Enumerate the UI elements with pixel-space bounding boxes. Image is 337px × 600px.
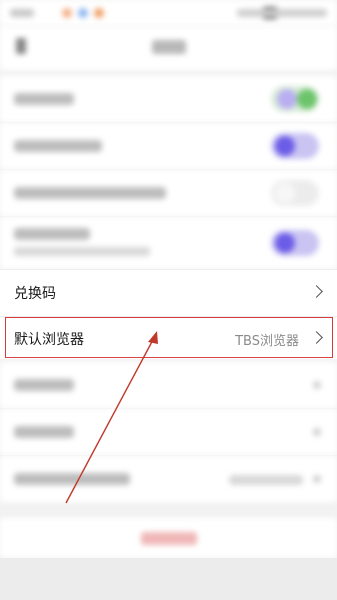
- status-time: [10, 9, 34, 17]
- setting-row-9[interactable]: [0, 456, 337, 502]
- setting-label: [14, 426, 74, 438]
- setting-row-4[interactable]: [0, 217, 337, 269]
- setting-toggle-3[interactable]: [271, 180, 319, 206]
- setting-row-1[interactable]: [0, 76, 337, 122]
- setting-label: [14, 93, 74, 105]
- chevron-right-icon: [310, 285, 323, 298]
- page-title: [152, 40, 186, 54]
- setting-row-7[interactable]: [0, 362, 337, 408]
- setting-toggle-2[interactable]: [271, 133, 319, 159]
- chevron-right-icon: [313, 381, 321, 389]
- status-bar: [0, 0, 337, 26]
- setting-row-2[interactable]: [0, 123, 337, 169]
- nav-bar: [0, 26, 337, 70]
- chevron-right-icon: [313, 428, 321, 436]
- bottom-spacer: [0, 558, 337, 600]
- setting-label: [14, 140, 102, 152]
- chevron-right-icon: [313, 475, 321, 483]
- setting-row-8[interactable]: [0, 409, 337, 455]
- redeem-code-row[interactable]: 兑换码: [0, 270, 337, 316]
- redeem-code-label: 兑换码: [14, 286, 56, 302]
- highlight-box: [5, 317, 333, 358]
- setting-toggle-4[interactable]: [271, 230, 319, 256]
- setting-value: [229, 475, 303, 485]
- back-icon[interactable]: [16, 38, 26, 54]
- setting-label: [14, 187, 166, 199]
- logout-button[interactable]: [141, 532, 197, 545]
- logout-area: [0, 518, 337, 558]
- setting-label: [14, 473, 130, 485]
- setting-description: [14, 247, 150, 256]
- setting-label: [14, 228, 90, 240]
- status-system-icons: [237, 9, 327, 17]
- setting-row-3[interactable]: [0, 170, 337, 216]
- setting-label: [14, 379, 74, 391]
- setting-toggle-1[interactable]: [271, 86, 319, 112]
